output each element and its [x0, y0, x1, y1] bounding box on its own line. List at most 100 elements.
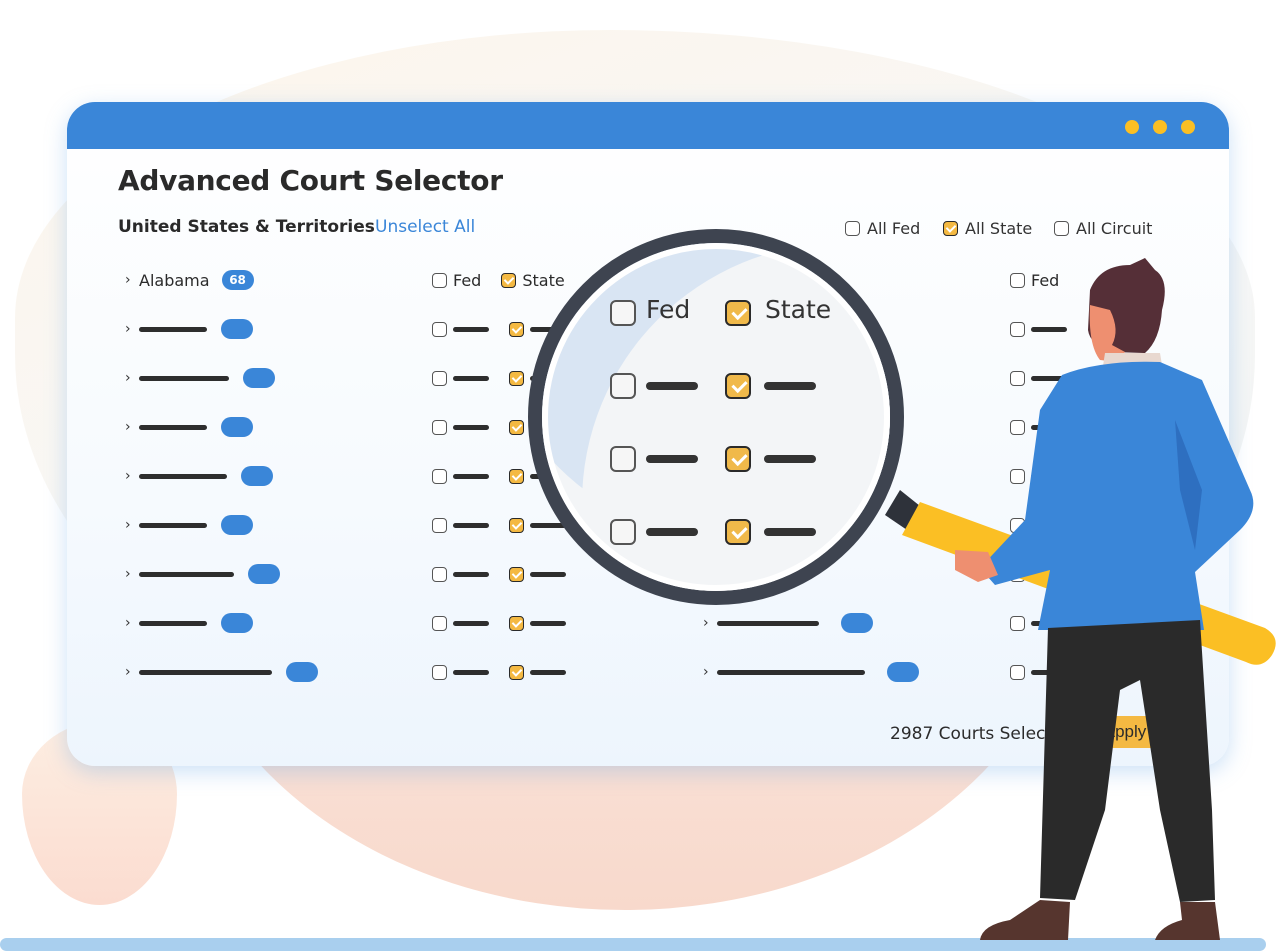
all-fed-filter[interactable]: All Fed — [845, 219, 920, 238]
zoomed-fed-checkbox[interactable] — [610, 446, 636, 472]
state-checkbox[interactable] — [509, 566, 524, 582]
zoomed-state-checkbox[interactable] — [725, 519, 751, 545]
person-shoe-left — [980, 900, 1070, 940]
fed-label-placeholder — [453, 620, 489, 626]
state-row[interactable]: › — [125, 368, 275, 388]
state-checkbox[interactable] — [501, 272, 517, 288]
state-name-placeholder — [139, 375, 229, 381]
state-name-placeholder — [139, 424, 207, 430]
zoomed-fed-checkbox[interactable] — [610, 373, 636, 399]
state-checkbox[interactable] — [509, 517, 524, 533]
state-row[interactable]: › — [125, 319, 253, 339]
window-dot-icon[interactable] — [1125, 120, 1139, 134]
page-title: Advanced Court Selector — [118, 164, 503, 197]
court-count-badge — [243, 368, 275, 388]
state-name-placeholder — [139, 522, 207, 528]
zoomed-state-checkbox[interactable] — [725, 446, 751, 472]
person-trousers — [1040, 620, 1215, 902]
court-type-row — [432, 515, 566, 535]
state-name-placeholder — [139, 326, 207, 332]
fed-label-placeholder — [453, 326, 489, 332]
person-shoe-right — [1155, 902, 1220, 940]
checkbox-checked-icon[interactable] — [943, 221, 958, 236]
zoomed-placeholder-bar — [764, 455, 816, 463]
all-circuit-label: All Circuit — [1076, 219, 1153, 238]
state-row[interactable]: › — [125, 515, 253, 535]
chevron-right-icon[interactable]: › — [125, 370, 139, 386]
fed-checkbox[interactable] — [432, 664, 447, 680]
state-name-placeholder — [139, 571, 234, 577]
chevron-right-icon[interactable]: › — [703, 615, 717, 631]
zoomed-fed-checkbox[interactable] — [610, 300, 636, 326]
fed-checkbox[interactable] — [432, 566, 447, 582]
chevron-right-icon[interactable]: › — [125, 664, 139, 680]
fed-checkbox[interactable] — [432, 517, 447, 533]
unselect-all-link[interactable]: Unselect All — [375, 217, 475, 237]
state-label-placeholder — [530, 571, 566, 577]
magnifier-lens: Fed State — [528, 229, 904, 605]
state-name-placeholder — [717, 669, 865, 675]
state-checkbox[interactable] — [509, 664, 524, 680]
zoomed-placeholder-bar — [646, 455, 698, 463]
chevron-right-icon[interactable]: › — [703, 664, 717, 680]
state-row[interactable]: › — [125, 564, 280, 584]
all-circuit-filter[interactable]: All Circuit — [1054, 219, 1152, 238]
window-dot-icon[interactable] — [1181, 120, 1195, 134]
region-label: United States & Territories — [118, 217, 375, 237]
checkbox-icon[interactable] — [845, 221, 860, 236]
court-count-badge — [248, 564, 280, 584]
state-name-placeholder — [139, 620, 207, 626]
zoomed-state-checkbox[interactable] — [725, 300, 751, 326]
fed-checkbox[interactable] — [432, 370, 447, 386]
court-count-badge — [221, 319, 253, 339]
fed-label-placeholder — [453, 424, 489, 430]
court-type-row — [432, 662, 566, 682]
state-checkbox[interactable] — [509, 370, 524, 386]
zoomed-state-checkbox[interactable] — [725, 373, 751, 399]
zoomed-fed-checkbox[interactable] — [610, 519, 636, 545]
court-count-badge — [841, 613, 873, 633]
person-hand — [955, 550, 998, 582]
person-illustration — [955, 258, 1254, 940]
fed-checkbox[interactable] — [432, 468, 447, 484]
chevron-right-icon[interactable]: › — [125, 566, 139, 582]
state-row[interactable]: › — [703, 613, 873, 633]
fed-checkbox[interactable] — [432, 272, 447, 288]
checkbox-icon[interactable] — [1054, 221, 1069, 236]
state-row[interactable]: › — [125, 417, 253, 437]
state-row[interactable]: › Alabama 68 — [125, 270, 254, 290]
all-state-filter[interactable]: All State — [943, 219, 1032, 238]
court-count-badge — [286, 662, 318, 682]
state-name-placeholder — [139, 473, 227, 479]
zoomed-fed-label: Fed — [646, 295, 691, 324]
court-count-badge: 68 — [221, 270, 254, 290]
all-fed-label: All Fed — [867, 219, 921, 238]
state-row[interactable]: › — [125, 466, 273, 486]
fed-checkbox[interactable] — [432, 321, 447, 337]
chevron-right-icon[interactable]: › — [125, 419, 139, 435]
zoomed-placeholder-bar — [646, 528, 698, 536]
fed-checkbox[interactable] — [432, 419, 447, 435]
state-row[interactable]: › — [125, 662, 318, 682]
person-jacket — [980, 361, 1254, 630]
fed-checkbox[interactable] — [432, 615, 447, 631]
zoomed-placeholder-bar — [764, 382, 816, 390]
chevron-right-icon[interactable]: › — [125, 321, 139, 337]
title-bar — [67, 102, 1229, 149]
chevron-right-icon[interactable]: › — [125, 517, 139, 533]
chevron-right-icon[interactable]: › — [125, 272, 139, 288]
fed-label: Fed — [453, 270, 482, 290]
window-dot-icon[interactable] — [1153, 120, 1167, 134]
all-state-label: All State — [965, 219, 1033, 238]
state-name-placeholder — [717, 620, 819, 626]
fed-label-placeholder — [453, 522, 489, 528]
state-row[interactable]: › — [125, 613, 253, 633]
state-checkbox[interactable] — [509, 468, 524, 484]
state-checkbox[interactable] — [509, 321, 524, 337]
chevron-right-icon[interactable]: › — [125, 615, 139, 631]
chevron-right-icon[interactable]: › — [125, 468, 139, 484]
fed-label-placeholder — [453, 571, 489, 577]
state-name: Alabama — [139, 270, 210, 290]
state-checkbox[interactable] — [509, 615, 524, 631]
state-checkbox[interactable] — [509, 419, 524, 435]
